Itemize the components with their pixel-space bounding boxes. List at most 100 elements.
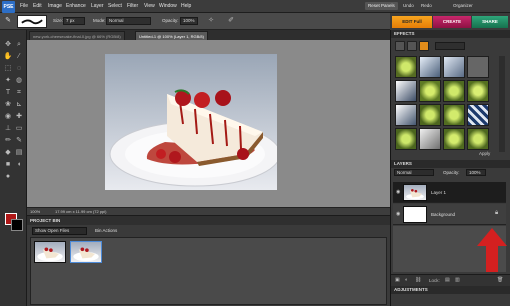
effect-thumbnail[interactable] — [443, 128, 465, 150]
menu-enhance[interactable]: Enhance — [66, 2, 86, 11]
bin-actions-menu[interactable]: Bin Actions — [95, 227, 135, 235]
menu-layer[interactable]: Layer — [91, 2, 104, 11]
red-eye-icon[interactable]: ◉ — [3, 112, 13, 122]
pencil-icon[interactable]: ✏ — [3, 136, 13, 146]
layer-name[interactable]: Background — [431, 212, 455, 217]
menu-image[interactable]: Image — [48, 2, 62, 11]
effect-thumbnail[interactable] — [419, 104, 441, 126]
menu-edit[interactable]: Edit — [33, 2, 42, 11]
show-files-select[interactable]: Show Open Files — [32, 227, 87, 235]
effect-thumbnail[interactable] — [395, 56, 417, 78]
spot-healing-icon[interactable]: ✚ — [14, 112, 24, 122]
document-tab-active[interactable]: Untitled-1 @ 100% (Layer 1, RGB/8) — [135, 31, 208, 40]
effects-category-select[interactable] — [435, 42, 465, 50]
tab-edit[interactable]: EDIT Full — [392, 16, 432, 28]
zoom-icon[interactable]: ⌕ — [14, 40, 24, 50]
effect-thumbnail[interactable] — [467, 128, 489, 150]
layer-name[interactable]: Layer 1 — [431, 190, 446, 195]
type-icon[interactable]: T — [3, 88, 13, 98]
crop-icon[interactable]: ⌗ — [14, 88, 24, 98]
document-tab[interactable]: new-york-cheesecake-final-0.jpg @ 66% (R… — [29, 31, 125, 40]
menu-select[interactable]: Select — [108, 2, 122, 11]
background-color-swatch[interactable] — [11, 219, 23, 231]
undo-button[interactable]: Undo — [400, 2, 417, 10]
redo-button[interactable]: Redo — [418, 2, 435, 10]
effect-thumbnail[interactable] — [467, 80, 489, 102]
cookie-cutter-icon[interactable]: ❀ — [3, 100, 13, 110]
layers-title: LAYERS — [391, 160, 510, 168]
effects-toolbar — [395, 40, 507, 54]
magic-wand-icon[interactable]: ✦ — [3, 76, 13, 86]
menu-view[interactable]: View — [144, 2, 155, 11]
hand-icon[interactable]: ✋ — [3, 52, 13, 62]
layer-row-layer-1[interactable]: ◉ Layer 1 — [393, 182, 506, 203]
effect-thumbnail[interactable] — [395, 128, 417, 150]
tab-create[interactable]: CREATE — [433, 16, 471, 28]
zoom-readout[interactable]: 100% — [30, 208, 40, 215]
layer-row-background[interactable]: ◉ Background 🔒︎ — [393, 204, 506, 225]
reset-panels-button[interactable]: Reset Panels — [365, 2, 398, 10]
menu-filter[interactable]: Filter — [127, 2, 138, 11]
lock-all-icon[interactable]: ▥ — [455, 277, 460, 283]
sponge-icon[interactable]: ● — [3, 172, 13, 182]
effect-thumbnail[interactable] — [443, 104, 465, 126]
mode-select[interactable]: Normal — [106, 17, 151, 25]
lock-icon[interactable]: ▤ — [445, 277, 450, 283]
effect-thumbnail[interactable] — [419, 128, 441, 150]
effect-thumbnail[interactable] — [419, 56, 441, 78]
blur-icon[interactable]: ◖ — [14, 160, 24, 170]
bin-thumbnail[interactable] — [34, 241, 66, 263]
panels-bin: EFFECTS Apply LAYERS Normal Opacity: 100… — [390, 30, 510, 306]
brush-preset-picker[interactable] — [17, 15, 47, 28]
menu-file[interactable]: File — [20, 2, 28, 11]
marquee-icon[interactable]: ⬚ — [3, 64, 13, 74]
new-layer-icon[interactable]: ▣ — [395, 277, 400, 283]
eraser-icon[interactable]: ▭ — [14, 124, 24, 134]
photo-effects-icon[interactable] — [419, 41, 429, 51]
organizer-button[interactable]: Organizer — [450, 2, 476, 10]
effect-thumbnail[interactable] — [395, 80, 417, 102]
effect-thumbnail[interactable] — [443, 56, 465, 78]
menu-window[interactable]: Window — [159, 2, 177, 11]
effect-thumbnail[interactable] — [467, 104, 489, 126]
move-icon[interactable]: ✥ — [3, 40, 13, 50]
effects-scrollbar[interactable] — [499, 56, 505, 152]
gradient-icon[interactable]: ▤ — [14, 148, 24, 158]
airbrush-icon[interactable]: ✧ — [206, 16, 216, 26]
brush-tool-icon[interactable]: ✎ — [14, 136, 24, 146]
eye-icon[interactable]: ◉ — [396, 189, 400, 195]
layer-styles-icon[interactable] — [407, 41, 417, 51]
size-field[interactable]: 7 px — [63, 17, 85, 25]
eyedropper-icon[interactable]: ⁄ — [14, 52, 24, 62]
layer-opacity-label: Opacity: — [443, 170, 460, 175]
layer-thumbnail — [403, 184, 427, 201]
clone-stamp-icon[interactable]: ⊥ — [3, 124, 13, 134]
selection-brush-icon[interactable]: ◍ — [14, 76, 24, 86]
filters-icon[interactable] — [395, 41, 405, 51]
tab-share[interactable]: SHARE — [472, 16, 508, 28]
bin-thumbnail-active[interactable] — [70, 241, 102, 263]
link-icon[interactable]: ⛓ — [415, 277, 421, 283]
effect-thumbnail[interactable] — [419, 80, 441, 102]
effect-thumbnail[interactable] — [467, 56, 489, 78]
layer-opacity-field[interactable]: 100% — [466, 169, 486, 176]
status-bar: 100% 17.99 cm x 11.99 cm (72 ppi) — [27, 207, 390, 215]
eye-icon[interactable]: ◉ — [396, 211, 400, 217]
trash-icon[interactable]: 🗑︎ — [497, 277, 503, 283]
brush-icon[interactable]: ✎ — [3, 16, 13, 26]
blend-mode-select[interactable]: Normal — [394, 169, 434, 176]
lasso-icon[interactable]: ◌ — [14, 64, 24, 74]
adjustment-layer-icon[interactable]: ◐ — [405, 277, 408, 283]
apply-button[interactable]: Apply — [479, 151, 490, 156]
effect-thumbnail[interactable] — [443, 80, 465, 102]
red-arrow-annotation-icon — [477, 228, 507, 272]
cheesecake-photo[interactable] — [105, 54, 281, 190]
opacity-field[interactable]: 100% — [180, 17, 198, 25]
menu-help[interactable]: Help — [181, 2, 191, 11]
effect-thumbnail[interactable] — [395, 104, 417, 126]
paint-bucket-icon[interactable]: ◆ — [3, 148, 13, 158]
tablet-settings-icon[interactable]: ✐ — [226, 16, 236, 26]
shape-icon[interactable]: ■ — [3, 160, 13, 170]
document-tabs: new-york-cheesecake-final-0.jpg @ 66% (R… — [27, 30, 390, 40]
straighten-icon[interactable]: ⊾ — [14, 100, 24, 110]
